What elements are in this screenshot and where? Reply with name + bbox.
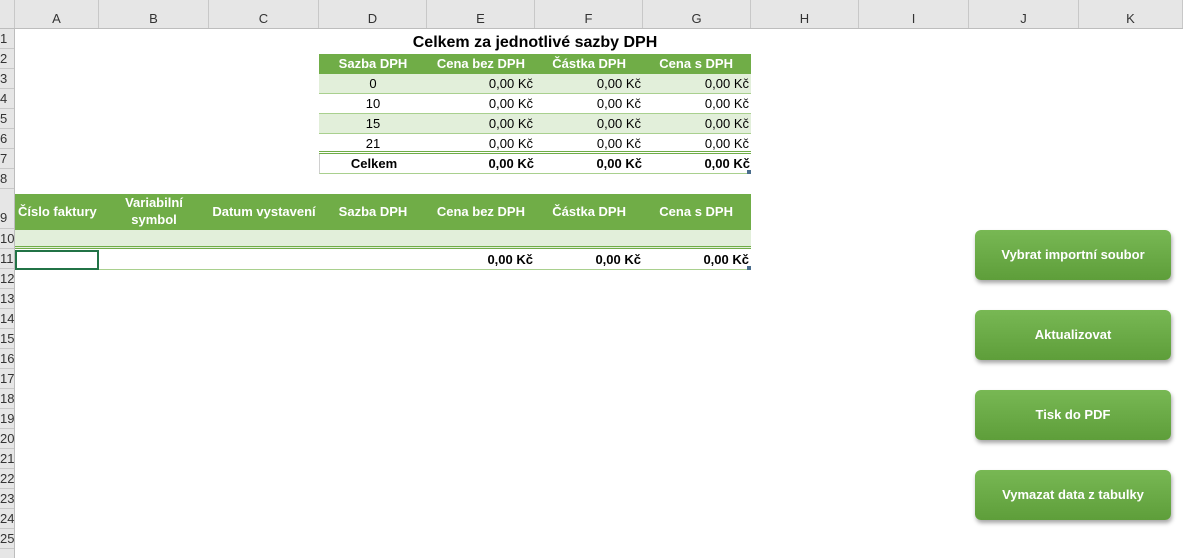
invoices-header-rate: Sazba DPH [338, 204, 408, 219]
summary-vat[interactable]: 0,00 Kč [535, 134, 643, 154]
summary-net[interactable]: 0,00 Kč [427, 134, 535, 154]
summary-gross[interactable]: 0,00 Kč [643, 114, 751, 134]
summary-rate[interactable]: 0 [319, 74, 427, 94]
summary-net[interactable]: 0,00 Kč [427, 74, 535, 94]
row-header[interactable]: 1 [0, 29, 14, 49]
row-header[interactable]: 21 [0, 449, 14, 469]
row-header[interactable]: 8 [0, 169, 14, 189]
column-header-j[interactable]: J [969, 0, 1079, 28]
summary-net[interactable]: 0,00 Kč [427, 114, 535, 134]
row-header[interactable]: 4 [0, 89, 14, 109]
summary-header-net: Cena bez DPH [436, 56, 525, 71]
column-header-k[interactable]: K [1079, 0, 1183, 28]
row-header[interactable]: 6 [0, 129, 14, 149]
summary-rate[interactable]: 21 [319, 134, 427, 154]
invoices-header-net: Cena bez DPH [436, 204, 525, 219]
summary-gross[interactable]: 0,00 Kč [643, 94, 751, 114]
row-header[interactable]: 19 [0, 409, 14, 429]
clear-table-button[interactable]: Vymazat data z tabulky [975, 470, 1171, 520]
column-header-b[interactable]: B [99, 0, 209, 28]
column-header-f[interactable]: F [535, 0, 643, 28]
row-header[interactable]: 22 [0, 469, 14, 489]
row-header[interactable]: 23 [0, 489, 14, 509]
invoices-header-date: Datum vystavení [212, 204, 316, 219]
summary-rate[interactable]: 15 [319, 114, 427, 134]
select-import-file-button[interactable]: Vybrat importní soubor [975, 230, 1171, 280]
column-header-e[interactable]: E [427, 0, 535, 28]
invoices-header-vat: Částka DPH [552, 204, 626, 219]
row-header[interactable]: 16 [0, 349, 14, 369]
summary-total-vat[interactable]: 0,00 Kč [536, 154, 644, 174]
row-header[interactable]: 7 [0, 149, 14, 169]
row-header[interactable]: 14 [0, 309, 14, 329]
invoices-total-net[interactable]: 0,00 Kč [427, 250, 535, 270]
row-header[interactable]: 24 [0, 509, 14, 529]
table-row[interactable] [15, 230, 751, 249]
update-button[interactable]: Aktualizovat [975, 310, 1171, 360]
invoices-header-gross: Cena s DPH [659, 204, 733, 219]
column-header-bar: A B C D E F G H I J K [0, 0, 1183, 29]
summary-net[interactable]: 0,00 Kč [427, 94, 535, 114]
table-row: 21 0,00 Kč 0,00 Kč 0,00 Kč [319, 134, 751, 154]
row-header[interactable]: 3 [0, 69, 14, 89]
summary-total-label[interactable]: Celkem [320, 154, 428, 174]
column-header-i[interactable]: I [859, 0, 969, 28]
column-header-a[interactable]: A [15, 0, 99, 28]
summary-header-row: Sazba DPH Cena bez DPH Částka DPH Cena s… [319, 54, 751, 74]
column-header-d[interactable]: D [319, 0, 427, 28]
column-header-g[interactable]: G [643, 0, 751, 28]
row-header[interactable]: 5 [0, 109, 14, 129]
summary-header-gross: Cena s DPH [659, 56, 733, 71]
row-header[interactable]: 10 [0, 229, 14, 249]
summary-header-vat: Částka DPH [552, 56, 626, 71]
summary-rate[interactable]: 10 [319, 94, 427, 114]
row-header[interactable]: 25 [0, 529, 14, 549]
invoices-header-row: Číslo faktury Variabilní symbol Datum vy… [15, 194, 751, 230]
row-header[interactable]: 12 [0, 269, 14, 289]
invoices-total-row: 0,00 Kč 0,00 Kč 0,00 Kč [15, 250, 751, 270]
summary-header-rate: Sazba DPH [338, 56, 408, 71]
row-header-bar: 1 2 3 4 5 6 7 8 9 10 11 12 13 14 15 16 1… [0, 29, 15, 558]
summary-total-net[interactable]: 0,00 Kč [428, 154, 536, 174]
row-header[interactable]: 18 [0, 389, 14, 409]
table-row: 10 0,00 Kč 0,00 Kč 0,00 Kč [319, 94, 751, 114]
row-header[interactable]: 15 [0, 329, 14, 349]
row-header[interactable]: 2 [0, 49, 14, 69]
summary-vat[interactable]: 0,00 Kč [535, 74, 643, 94]
column-header-c[interactable]: C [209, 0, 319, 28]
summary-total-gross[interactable]: 0,00 Kč [644, 154, 752, 174]
row-header[interactable]: 13 [0, 289, 14, 309]
table-resize-handle[interactable] [747, 170, 751, 174]
invoices-header-number: Číslo faktury [18, 204, 97, 219]
summary-vat[interactable]: 0,00 Kč [535, 94, 643, 114]
invoices-header-vs: Variabilní symbol [125, 195, 183, 227]
summary-gross[interactable]: 0,00 Kč [643, 134, 751, 154]
row-header[interactable]: 17 [0, 369, 14, 389]
summary-total-row: Celkem 0,00 Kč 0,00 Kč 0,00 Kč [319, 154, 751, 174]
summary-title: Celkem za jednotlivé sazby DPH [412, 34, 658, 51]
summary-vat[interactable]: 0,00 Kč [535, 114, 643, 134]
table-row: 15 0,00 Kč 0,00 Kč 0,00 Kč [319, 114, 751, 134]
invoices-total-vat[interactable]: 0,00 Kč [535, 250, 643, 270]
summary-gross[interactable]: 0,00 Kč [643, 74, 751, 94]
active-cell-a11[interactable] [15, 250, 99, 270]
table-resize-handle[interactable] [747, 266, 751, 270]
row-header[interactable]: 11 [0, 249, 14, 269]
invoices-total-gross[interactable]: 0,00 Kč [643, 250, 751, 270]
table-row: 0 0,00 Kč 0,00 Kč 0,00 Kč [319, 74, 751, 94]
row-header[interactable]: 9 [0, 189, 14, 229]
column-header-h[interactable]: H [751, 0, 859, 28]
print-pdf-button[interactable]: Tisk do PDF [975, 390, 1171, 440]
row-header[interactable]: 20 [0, 429, 14, 449]
select-all-corner[interactable] [0, 0, 15, 28]
